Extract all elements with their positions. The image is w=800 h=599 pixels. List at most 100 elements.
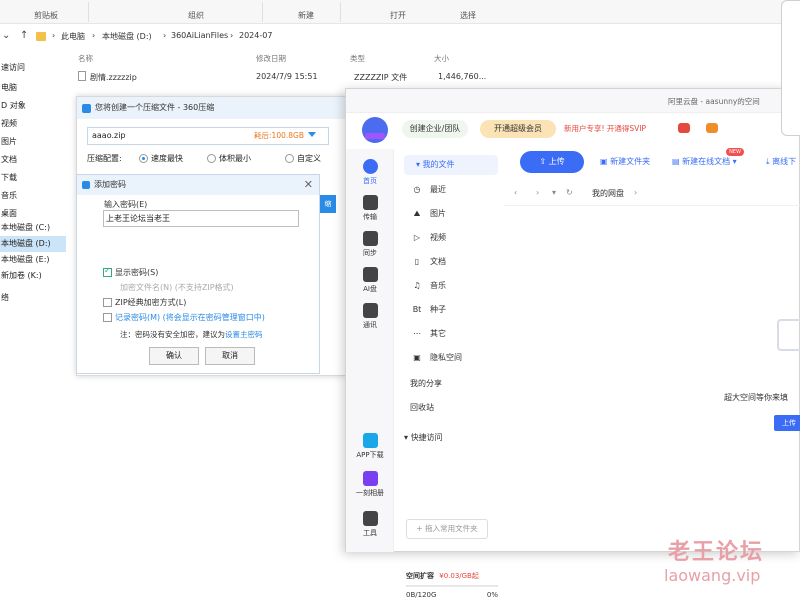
nav-documents[interactable]: ▯ 文档 [398, 253, 498, 271]
tree-item[interactable]: 音乐 [0, 188, 66, 204]
storage-label: 空间扩容 [406, 572, 434, 580]
rail-contacts[interactable]: 通讯 [346, 303, 394, 330]
refresh-icon[interactable]: ↻ [566, 188, 573, 197]
tree-item[interactable]: 电脑 [0, 80, 66, 96]
tree-item[interactable]: 视频 [0, 116, 66, 132]
ribbon-group-organize[interactable]: 组织 [188, 10, 204, 21]
storage-percent: 0% [486, 591, 498, 599]
folder-icon [36, 32, 46, 41]
zip-classic-checkbox[interactable]: ZIP经典加密方式(L) [103, 297, 186, 308]
nav-quick-access[interactable]: ▾ 快捷访问 [398, 429, 498, 447]
ribbon-divider [340, 2, 341, 22]
rail-tools[interactable]: 工具 [346, 511, 394, 538]
option-fastest[interactable]: 速度最快 [139, 153, 183, 164]
archive-name-field[interactable]: aaao.zip 耗后:100.8GB [87, 127, 329, 145]
nav-torrents[interactable]: Bt 种子 [398, 301, 498, 319]
ok-button[interactable]: 确认 [149, 347, 199, 365]
nav-music[interactable]: ♫ 音乐 [398, 277, 498, 295]
tree-item[interactable]: 速访问 [0, 60, 66, 76]
new-folder-button[interactable]: ▣ 新建文件夹 [600, 156, 650, 167]
rail-app-download[interactable]: APP下载 [346, 433, 394, 460]
checkbox-checked[interactable] [103, 266, 112, 277]
create-team-button[interactable]: 创建企业/团队 [402, 120, 468, 138]
radio[interactable] [207, 154, 216, 163]
ribbon-group-select[interactable]: 选择 [460, 10, 476, 21]
option-smallest[interactable]: 体积最小 [207, 153, 251, 164]
chevron-down-icon[interactable]: ⌄ [2, 30, 10, 41]
nav-recent[interactable]: ◷ 最近 [398, 181, 498, 199]
radio[interactable] [285, 154, 294, 163]
nav-videos[interactable]: ▷ 视频 [398, 229, 498, 247]
nav-recycle-bin[interactable]: 回收站 [398, 399, 498, 417]
up-arrow-icon[interactable]: ↑ [20, 30, 28, 41]
open-vip-button[interactable]: 开通超级会员 [480, 120, 556, 138]
option-custom[interactable]: 自定义 [285, 153, 321, 164]
show-password-checkbox[interactable]: 显示密码(S) [103, 266, 158, 278]
tree-item[interactable]: 络 [0, 290, 66, 306]
path-bar: ‹ › ▾ ↻ 我的网盘 › [514, 186, 794, 202]
empty-upload-button[interactable]: 上传 [774, 415, 800, 431]
storage-price[interactable]: ¥0.03/GB起 [439, 572, 479, 580]
nav-pictures[interactable]: ⛰ 图片 [398, 205, 498, 223]
avatar[interactable] [362, 117, 388, 143]
file-size: 1,446,760... [438, 72, 487, 81]
forward-icon[interactable]: › [536, 188, 539, 197]
rail-ai[interactable]: AI盘 [346, 267, 394, 294]
close-icon[interactable]: ✕ [304, 175, 313, 195]
breadcrumb-drive-d[interactable]: 本地磁盘 (D:) [102, 31, 152, 42]
offline-download-button[interactable]: ⤓ 离线下 [766, 156, 796, 167]
chevron-down-icon[interactable] [308, 132, 316, 137]
rail-transfer[interactable]: 传输 [346, 195, 394, 222]
column-size[interactable]: 大小 [434, 53, 449, 64]
ribbon-group-open[interactable]: 打开 [390, 10, 406, 21]
file-row[interactable]: 剧情.zzzzzip 2024/7/9 15:51 ZZZZZIP 文件 1,4… [72, 68, 492, 86]
rail-sync[interactable]: 同步 [346, 231, 394, 258]
gamepad-icon[interactable] [678, 123, 690, 133]
divider [504, 205, 800, 206]
rail-home[interactable]: 首页 [346, 159, 394, 186]
nav-others[interactable]: ⋯ 其它 [398, 325, 498, 343]
rail-album[interactable]: 一刻相册 [346, 471, 394, 498]
cancel-button[interactable]: 取消 [205, 347, 255, 365]
radio-selected[interactable] [139, 154, 148, 163]
column-name[interactable]: 名称 [78, 53, 93, 64]
breadcrumb-folder[interactable]: 360AiLianFiles [171, 31, 228, 40]
tree-item[interactable]: 图片 [0, 134, 66, 150]
gift-icon[interactable] [706, 123, 718, 133]
column-date[interactable]: 修改日期 [256, 53, 286, 64]
ribbon-group-clipboard[interactable]: 剪贴板 [34, 10, 58, 21]
upload-button[interactable]: ⇧ 上传 [520, 151, 584, 173]
storage-used: 0B/120G [406, 591, 437, 599]
tree-item[interactable]: 新加卷 (K:) [0, 268, 66, 284]
new-user-promo[interactable]: 新用户专享! 开通得SVIP [564, 120, 646, 138]
checkbox[interactable] [103, 298, 112, 307]
nav-my-shares[interactable]: 我的分享 [398, 375, 498, 393]
set-master-password-link[interactable]: 设置主密码 [225, 330, 263, 339]
notification-card[interactable] [781, 0, 800, 136]
tree-item[interactable]: D 对象 [0, 98, 66, 114]
back-icon[interactable]: ‹ [514, 188, 517, 197]
tree-item[interactable]: 文档 [0, 152, 66, 168]
tree-item[interactable]: 本地磁盘 (C:) [0, 220, 66, 236]
tree-item-selected[interactable]: 本地磁盘 (D:) [0, 236, 66, 252]
file-list-header: 名称 修改日期 类型 大小 [72, 50, 492, 66]
compress-start-tab[interactable]: 缩 [320, 195, 336, 213]
column-type[interactable]: 类型 [350, 53, 365, 64]
new-online-doc-button[interactable]: ▤ 新建在线文档 ▾ [672, 156, 737, 167]
ribbon-group-new[interactable]: 新建 [298, 10, 314, 21]
add-quick-folder[interactable]: + 拖入常用文件夹 [406, 519, 488, 539]
tree-item[interactable]: 本地磁盘 (E:) [0, 252, 66, 268]
nav-my-files[interactable]: ▾ 我的文件 [404, 155, 498, 175]
path-root[interactable]: 我的网盘 [592, 188, 624, 199]
password-input[interactable]: 上老王论坛当老王 [103, 210, 299, 227]
tree-item[interactable]: 下载 [0, 170, 66, 186]
pan-window-title: 阿里云盘 - aasunny的空间 [668, 97, 760, 106]
dropdown-icon[interactable]: ▾ [552, 188, 556, 197]
encrypt-filename-checkbox: 加密文件名(N) (不支持ZIP格式) [120, 283, 234, 292]
checkbox[interactable] [103, 313, 112, 322]
transfer-icon [362, 195, 378, 210]
nav-private[interactable]: ▣ 隐私空间 [398, 349, 498, 367]
remember-password-checkbox[interactable]: 记录密码(M) (将会显示在密码管理窗口中) [103, 312, 265, 323]
breadcrumb-subfolder[interactable]: 2024-07 [239, 31, 272, 40]
breadcrumb-this-pc[interactable]: 此电脑 [61, 31, 85, 42]
